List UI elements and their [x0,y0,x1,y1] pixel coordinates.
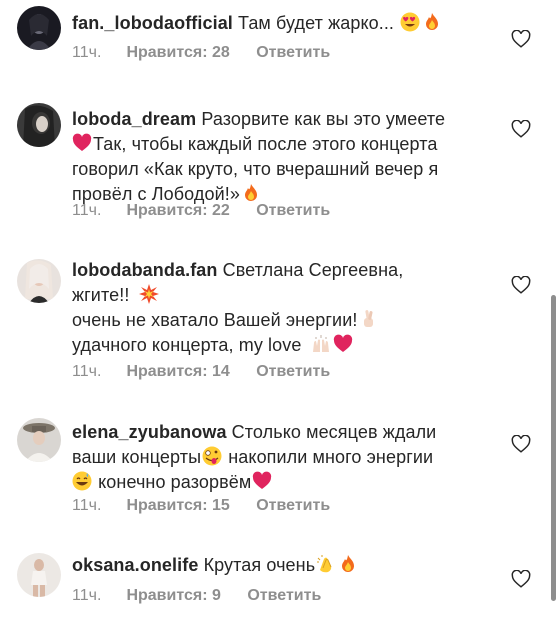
red-heart-emoji-icon [253,471,272,489]
avatar[interactable] [17,259,61,303]
comment-likes[interactable]: Нравится: 14 [126,363,229,381]
comment-meta: 11ч. Нравится: 28 Ответить [72,44,330,62]
comment-text-line: Столько месяцев ждали [231,422,437,442]
reply-button[interactable]: Ответить [256,497,330,514]
comment-text-line: жгите!! [72,285,130,305]
comment-username[interactable]: elena_zyubanowa [72,422,227,442]
reply-button[interactable]: Ответить [256,202,330,219]
comment-text-line: провёл с Лободой!» [72,184,240,204]
fire-emoji-icon [244,184,257,201]
reply-button[interactable]: Ответить [256,44,330,61]
zany-face-emoji-icon [202,446,222,466]
comment-meta: 11ч. Нравится: 15 Ответить [72,497,330,515]
avatar[interactable] [17,6,61,50]
red-heart-emoji-icon [333,334,352,352]
avatar-image [17,103,61,147]
red-heart-emoji-icon [72,133,92,151]
comment-text-line: Разорвите как вы это умеете [201,109,446,129]
comment-time[interactable]: 11ч. [72,202,122,220]
comment-text-line: удачного концерта, my love [72,335,302,355]
comment-meta: 11ч. Нравится: 9 Ответить [72,587,321,605]
avatar[interactable] [17,553,61,597]
comment-username[interactable]: lobodabanda.fan [72,260,218,280]
comment-username[interactable]: fan._lobodaofficial [72,13,233,33]
comment-text: Там будет жарко... [238,13,395,33]
like-heart-icon[interactable] [511,570,531,588]
comment-meta: 11ч. Нравится: 22 Ответить [72,202,330,220]
comment-time[interactable]: 11ч. [72,587,122,605]
fire-emoji-icon [342,555,355,572]
clapping-hands-emoji-icon [317,555,332,573]
avatar[interactable] [17,103,61,147]
comment-body: elena_zyubanowa Столько месяцев ждали ва… [72,420,484,495]
comment-meta: 11ч. Нравится: 14 Ответить [72,363,330,381]
comment-text-line: говорил «Как круто, что вчерашний вечер … [72,159,439,179]
avatar-image [17,418,61,462]
reply-button[interactable]: Ответить [256,363,330,380]
like-heart-icon[interactable] [511,120,531,138]
comment-time[interactable]: 11ч. [72,363,122,381]
comment-text-line: Светлана Сергеевна, [222,260,404,280]
comment-text-line: очень не хватало Вашей энергии! [72,310,358,330]
avatar-image [17,6,61,50]
like-heart-icon[interactable] [511,435,531,453]
comment-body: fan._lobodaofficial Там будет жарко... [72,11,484,36]
comment-text-line: накопили много энергии [228,447,434,467]
collision-emoji-icon [138,284,159,304]
like-heart-icon[interactable] [511,30,531,48]
comment-time[interactable]: 11ч. [72,497,122,515]
heart-eyes-emoji-icon [400,12,420,32]
comment-likes[interactable]: Нравится: 9 [126,587,220,605]
comment-body: oksana.onelife Крутая очень [72,553,484,578]
comment-time[interactable]: 11ч. [72,44,122,62]
avatar-image [17,553,61,597]
avatar[interactable] [17,418,61,462]
grinning-sweat-emoji-icon [72,471,92,491]
comment-text-line: ваши концерты [72,447,202,467]
crossed-fingers-emoji-icon [364,310,374,327]
comment-likes[interactable]: Нравится: 22 [126,202,229,220]
comment-username[interactable]: loboda_dream [72,109,196,129]
comment-body: loboda_dream Разорвите как вы это умеете… [72,107,484,207]
comment-likes[interactable]: Нравится: 28 [126,44,229,62]
comment-text-line: конечно разорвём [98,472,252,492]
avatar-image [17,259,61,303]
comment-body: lobodabanda.fan Светлана Сергеевна, жгит… [72,258,484,358]
fire-emoji-icon [426,13,439,30]
raising-hands-emoji-icon [312,335,329,352]
reply-button[interactable]: Ответить [247,587,321,604]
comment-text: Крутая очень [203,555,316,575]
comment-text-line: Так, чтобы каждый после этого концерта [93,134,438,154]
like-heart-icon[interactable] [511,276,531,294]
comment-username[interactable]: oksana.onelife [72,555,198,575]
comment-likes[interactable]: Нравится: 15 [126,497,229,515]
scrollbar-thumb[interactable] [551,295,556,601]
